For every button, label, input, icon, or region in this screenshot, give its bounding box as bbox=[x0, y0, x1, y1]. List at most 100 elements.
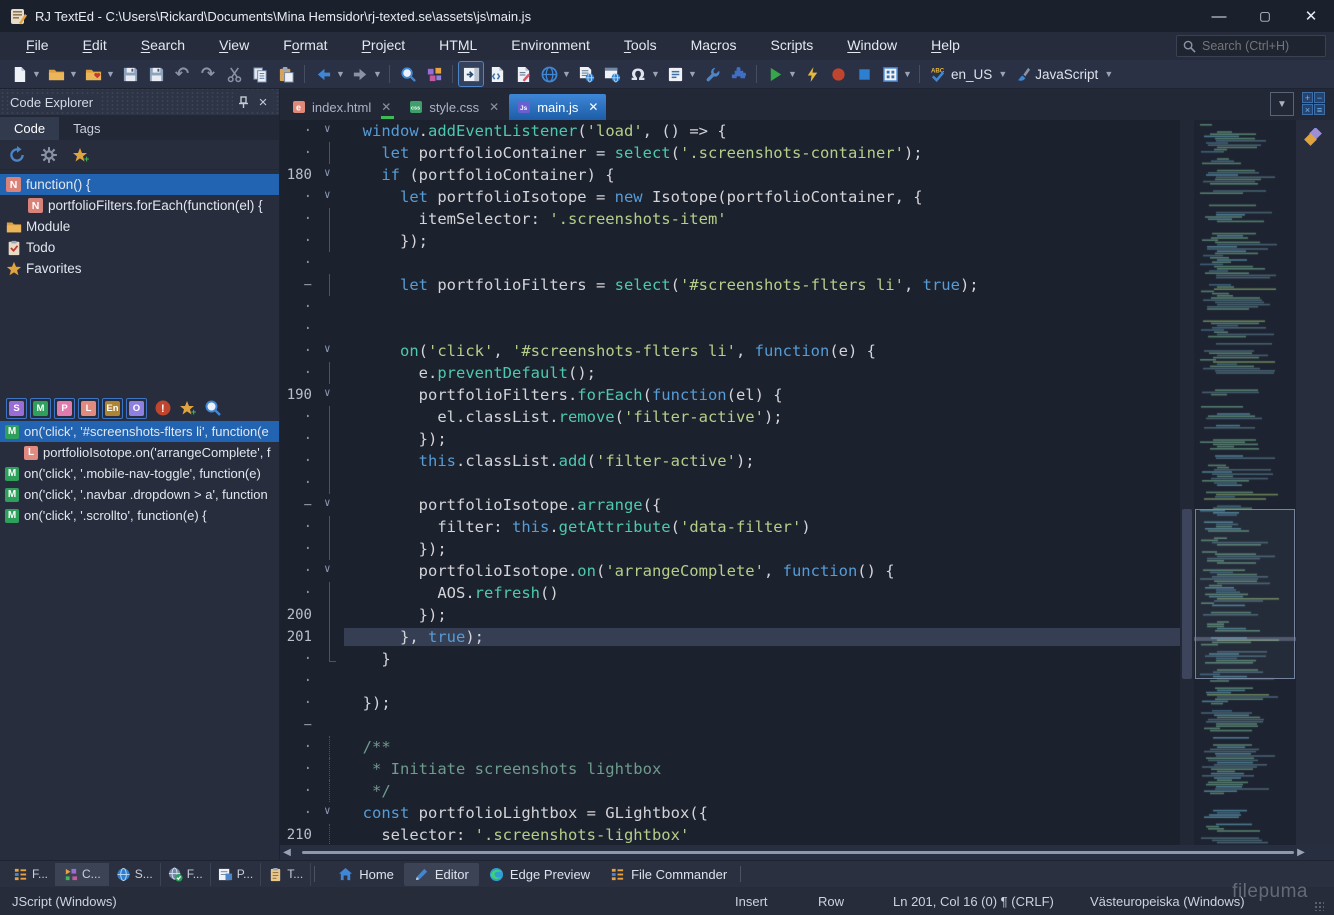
line-gutter[interactable]: · bbox=[280, 255, 318, 271]
window-layout-icon[interactable]: +−×≡ bbox=[1302, 92, 1326, 116]
filter-chip-s[interactable]: S bbox=[6, 398, 27, 419]
fold-marker[interactable] bbox=[318, 692, 344, 714]
fold-marker[interactable] bbox=[318, 670, 344, 692]
doc-tab-style.css[interactable]: cssstyle.css✕ bbox=[401, 94, 507, 120]
status-cursor-position[interactable]: Ln 201, Col 16 (0) ¶ (CRLF) bbox=[893, 894, 1054, 909]
search-small-icon[interactable] bbox=[204, 399, 222, 417]
fold-marker[interactable] bbox=[318, 538, 344, 560]
explorer-tab-tags[interactable]: Tags bbox=[59, 117, 114, 140]
code-line[interactable]: · */ bbox=[280, 780, 1180, 802]
minimize-button[interactable]: — bbox=[1196, 0, 1242, 32]
toggle-sidebar-button[interactable] bbox=[459, 62, 483, 86]
tree-item[interactable]: Todo bbox=[0, 237, 279, 258]
dropdown-arrow-icon[interactable]: ▼ bbox=[903, 62, 912, 86]
brush-button[interactable]: JavaScript bbox=[1010, 62, 1103, 86]
close-button[interactable]: ✕ bbox=[1288, 0, 1334, 32]
search-button[interactable] bbox=[396, 62, 420, 86]
forward-button[interactable] bbox=[348, 62, 372, 86]
menu-project[interactable]: Project bbox=[350, 34, 418, 56]
panel-tab-F[interactable]: F... bbox=[6, 863, 56, 886]
dropdown-arrow-icon[interactable]: ▼ bbox=[651, 62, 660, 86]
line-gutter[interactable]: − bbox=[280, 277, 318, 293]
dropdown-arrow-icon[interactable]: ▼ bbox=[106, 62, 115, 86]
run-button[interactable] bbox=[763, 62, 787, 86]
code-line[interactable]: · AOS.refresh() bbox=[280, 582, 1180, 604]
close-tab-icon[interactable]: ✕ bbox=[588, 100, 598, 114]
line-gutter[interactable]: · bbox=[280, 453, 318, 469]
new-file-button[interactable] bbox=[7, 62, 31, 86]
line-gutter[interactable]: · bbox=[280, 585, 318, 601]
code-line[interactable]: · /** bbox=[280, 736, 1180, 758]
panel-tab-S[interactable]: S... bbox=[109, 863, 161, 886]
status-syntax[interactable]: JScript (Windows) bbox=[12, 894, 117, 909]
line-gutter[interactable]: 180 bbox=[280, 167, 318, 183]
paste-button[interactable] bbox=[274, 62, 298, 86]
menu-edit[interactable]: Edit bbox=[71, 34, 119, 56]
view-tab-file-commander[interactable]: File Commander bbox=[600, 863, 737, 886]
code-line[interactable]: ·∨ on('click', '#screenshots-flters li',… bbox=[280, 340, 1180, 362]
document-globe-button[interactable] bbox=[574, 62, 598, 86]
line-gutter[interactable]: · bbox=[280, 211, 318, 227]
close-tab-icon[interactable]: ✕ bbox=[489, 100, 499, 114]
event-list-item[interactable]: Mon('click', '.navbar .dropdown > a', fu… bbox=[0, 484, 279, 505]
record-button[interactable] bbox=[826, 62, 850, 86]
code-line[interactable]: ·∨ const portfolioLightbox = GLightbox({ bbox=[280, 802, 1180, 824]
line-gutter[interactable]: − bbox=[280, 717, 318, 733]
line-gutter[interactable]: 210 bbox=[280, 827, 318, 843]
close-tab-icon[interactable]: ✕ bbox=[381, 100, 391, 114]
refresh-icon[interactable] bbox=[8, 146, 26, 164]
dropdown-arrow-icon[interactable]: ▼ bbox=[1104, 62, 1113, 86]
special-chars-button[interactable]: Ω bbox=[626, 62, 650, 86]
fold-marker[interactable] bbox=[318, 318, 344, 340]
line-gutter[interactable]: · bbox=[280, 431, 318, 447]
code-line[interactable]: · let portfolioContainer = select('.scre… bbox=[280, 142, 1180, 164]
panel-tab-P[interactable]: P... bbox=[211, 863, 261, 886]
fold-marker[interactable] bbox=[318, 582, 344, 604]
minimap-viewport[interactable] bbox=[1195, 509, 1295, 679]
horizontal-scrollbar[interactable]: ◀ ▶ bbox=[280, 845, 1334, 860]
tree-item[interactable]: Nfunction() { bbox=[0, 174, 279, 195]
view-tab-home[interactable]: Home bbox=[328, 863, 404, 886]
menu-file[interactable]: File bbox=[14, 34, 61, 56]
dropdown-arrow-icon[interactable]: ▼ bbox=[562, 62, 571, 86]
document-script-button[interactable] bbox=[485, 62, 509, 86]
line-gutter[interactable]: · bbox=[280, 233, 318, 249]
code-line[interactable]: 210 selector: '.screenshots-lightbox' bbox=[280, 824, 1180, 845]
fold-marker[interactable] bbox=[318, 780, 344, 802]
maximize-button[interactable]: ▢ bbox=[1242, 0, 1288, 32]
hscroll-thumb[interactable] bbox=[302, 851, 1294, 854]
dropdown-arrow-icon[interactable]: ▼ bbox=[373, 62, 382, 86]
fold-marker[interactable]: ∨ bbox=[318, 186, 344, 208]
fold-marker[interactable] bbox=[318, 252, 344, 274]
dropdown-arrow-icon[interactable]: ▼ bbox=[688, 62, 697, 86]
filter-chip-p[interactable]: P bbox=[54, 398, 75, 419]
pin-icon[interactable] bbox=[233, 92, 253, 112]
fold-marker[interactable] bbox=[318, 142, 344, 164]
line-gutter[interactable]: 201 bbox=[280, 629, 318, 645]
fold-marker[interactable] bbox=[318, 362, 344, 384]
search-input[interactable] bbox=[1202, 39, 1312, 53]
code-line[interactable]: · }); bbox=[280, 692, 1180, 714]
code-line[interactable]: · bbox=[280, 472, 1180, 494]
dropdown-arrow-icon[interactable]: ▼ bbox=[336, 62, 345, 86]
menu-macros[interactable]: Macros bbox=[679, 34, 749, 56]
fold-marker[interactable]: ∨ bbox=[318, 560, 344, 582]
line-gutter[interactable]: − bbox=[280, 497, 318, 513]
line-gutter[interactable]: 190 bbox=[280, 387, 318, 403]
code-line[interactable]: · itemSelector: '.screenshots-item' bbox=[280, 208, 1180, 230]
line-gutter[interactable]: · bbox=[280, 783, 318, 799]
explorer-tab-code[interactable]: Code bbox=[0, 117, 59, 140]
fold-marker[interactable] bbox=[318, 472, 344, 494]
gear-icon[interactable] bbox=[40, 146, 58, 164]
save-all-button[interactable] bbox=[144, 62, 168, 86]
stop-button[interactable] bbox=[852, 62, 876, 86]
menu-window[interactable]: Window bbox=[835, 34, 909, 56]
code-line[interactable]: ·∨ window.addEventListener('load', () =>… bbox=[280, 120, 1180, 142]
fold-marker[interactable] bbox=[318, 274, 344, 296]
code-line[interactable]: · }); bbox=[280, 230, 1180, 252]
fold-marker[interactable] bbox=[318, 758, 344, 780]
line-gutter[interactable]: · bbox=[280, 651, 318, 667]
fold-marker[interactable]: ∨ bbox=[318, 494, 344, 516]
view-tab-editor[interactable]: Editor bbox=[404, 863, 479, 886]
fold-marker[interactable] bbox=[318, 450, 344, 472]
